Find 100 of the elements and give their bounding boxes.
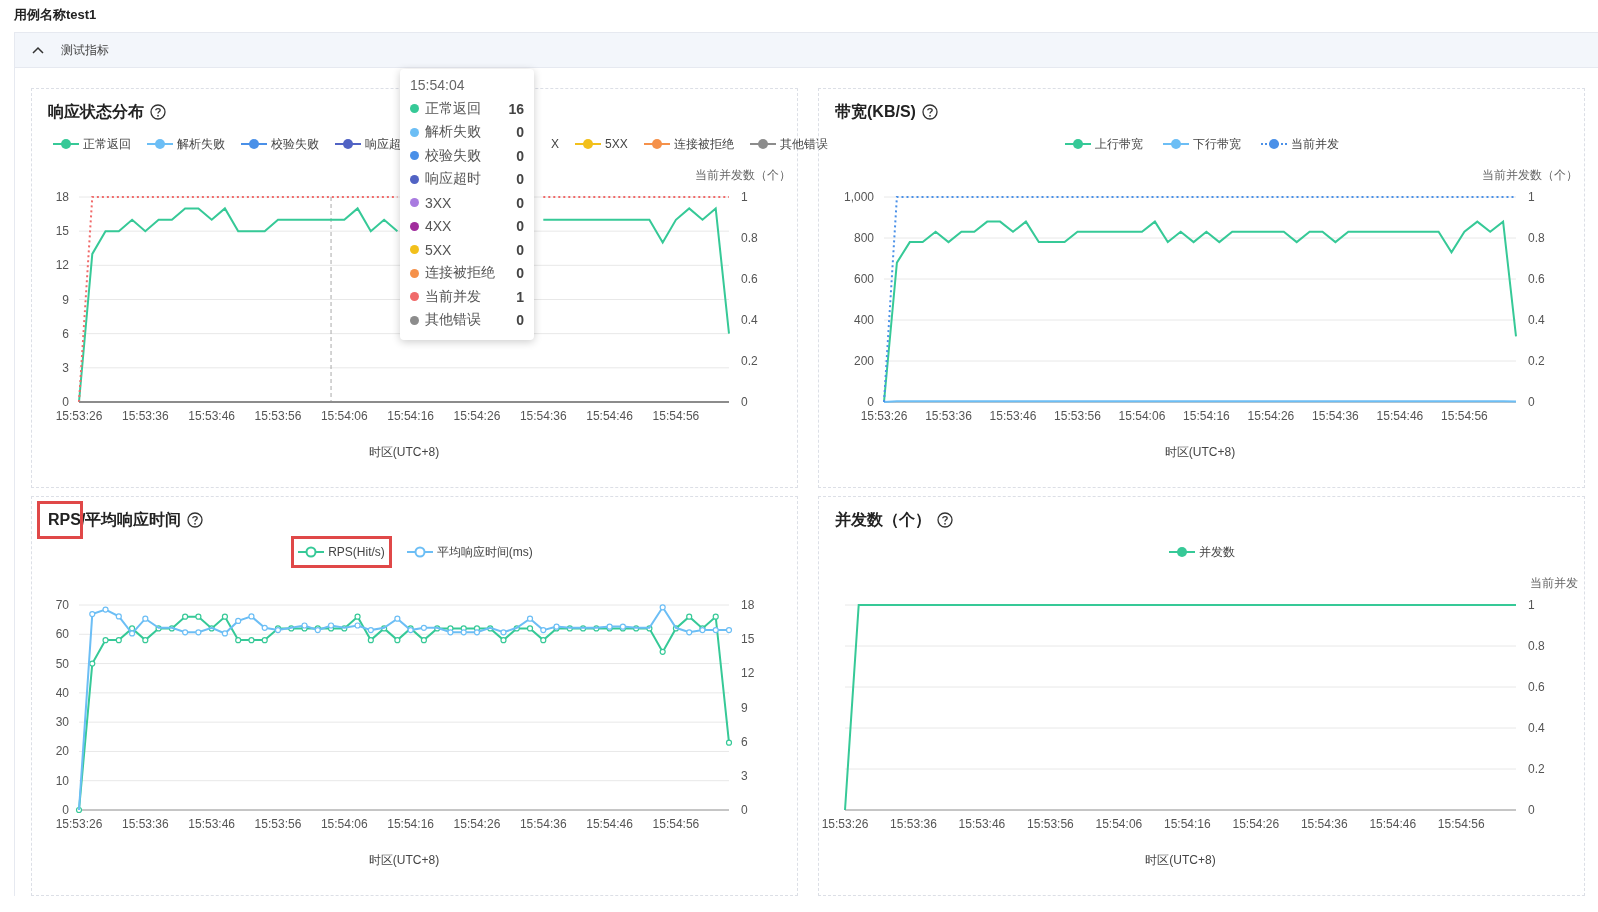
tooltip-label: 其他错误: [425, 311, 482, 330]
axis-tick-label: 0.2: [741, 354, 758, 368]
axis-tick-label: 9: [741, 700, 748, 715]
axis-tick-label: 15:54:56: [652, 817, 700, 831]
axis-tick-label: 15:53:46: [989, 409, 1037, 423]
tooltip-label: 4XX: [425, 218, 453, 235]
axis-tick-label: 3: [741, 768, 748, 783]
axis-tick-label: 12: [55, 258, 69, 273]
axis-tick-label: 15:54:26: [1232, 817, 1280, 831]
axis-tick-label: 0.8: [1528, 639, 1545, 653]
axis-tick-label: 600: [853, 272, 874, 286]
axis-tick-label: 10: [55, 773, 69, 788]
axis-tick-label: 15:54:36: [1300, 817, 1348, 831]
axis-tick-label: 15:53:56: [1054, 409, 1101, 423]
axis-tick-label: 3: [62, 360, 69, 375]
axis-title: 时区(UTC+8): [368, 445, 440, 459]
axis-tick-label: 15:54:16: [1164, 817, 1211, 831]
axis-title: 当前并发: [1530, 576, 1578, 590]
axis-tick-label: 15:53:56: [254, 409, 302, 423]
axis-tick-label: 30: [55, 715, 69, 730]
axis-tick-label: 0.6: [1528, 272, 1545, 286]
axis-tick-label: 0.4: [1528, 313, 1545, 327]
axis-title: 当前并发数（个）: [1482, 168, 1578, 182]
axis-tick-label: 15:54:06: [1118, 409, 1166, 423]
tooltip-value: 0: [516, 171, 524, 188]
axis-tick-label: 0.2: [1528, 762, 1545, 776]
tooltip-label: 校验失败: [425, 146, 482, 165]
axis-tick-label: 0: [62, 803, 69, 817]
axis-tick-label: 40: [55, 685, 69, 700]
axis-tick-label: 70: [55, 598, 69, 612]
axis-tick-label: 15:54:16: [1183, 409, 1230, 423]
axis-tick-label: 15:53:46: [188, 409, 235, 423]
axis-tick-label: 15:53:46: [188, 817, 235, 831]
tooltip-value: 0: [516, 218, 524, 235]
tooltip-value: 0: [516, 124, 524, 141]
tooltip-label: 当前并发: [425, 287, 482, 306]
tooltip-value: 16: [508, 100, 524, 117]
axis-tick-label: 400: [853, 313, 874, 327]
axis-tick-label: 15:54:46: [586, 409, 633, 423]
tooltip-value: 0: [516, 194, 524, 211]
axis-tick-label: 15:53:26: [821, 817, 869, 831]
axis-tick-label: 0.8: [1528, 231, 1545, 245]
axis-tick-label: 15:54:16: [387, 817, 434, 831]
axis-tick-label: 0.2: [1528, 354, 1545, 368]
axis-tick-label: 6: [62, 326, 69, 341]
tooltip-value: 0: [516, 312, 524, 329]
axis-tick-label: 800: [853, 231, 874, 245]
axis-tick-label: 15: [741, 632, 755, 647]
tooltip-label: 5XX: [425, 241, 453, 258]
axis-tick-label: 0.6: [741, 272, 758, 286]
tooltip-value: 1: [516, 288, 524, 305]
axis-tick-label: 15:53:46: [958, 817, 1006, 831]
tooltip-label: 3XX: [425, 194, 453, 211]
axis-tick-label: 15:54:46: [586, 817, 633, 831]
axis-tick-label: 15:53:36: [121, 817, 169, 831]
axis-tick-label: 0: [62, 395, 69, 409]
chart-title: 并发数（个）: [835, 509, 931, 530]
axis-tick-label: 1,000: [843, 190, 874, 204]
tooltip-value: 0: [516, 241, 524, 258]
axis-tick-label: 15:54:26: [453, 409, 501, 423]
tooltip-value: 0: [516, 147, 524, 164]
axis-tick-label: 15:53:26: [55, 817, 103, 831]
axis-tick-label: 1: [741, 190, 748, 204]
tooltip-label: 正常返回: [425, 99, 482, 118]
axis-tick-label: 6: [741, 734, 748, 749]
tooltip-label: 解析失败: [425, 123, 482, 142]
axis-tick-label: 15:54:36: [519, 817, 567, 831]
axis-tick-label: 0: [867, 395, 874, 409]
tooltip-label: 响应超时: [425, 170, 482, 189]
axis-tick-label: 15:53:56: [1027, 817, 1074, 831]
chart-title: 响应状态分布: [48, 101, 144, 122]
axis-tick-label: 15:54:46: [1376, 409, 1424, 423]
axis-tick-label: 15:54:36: [1312, 409, 1359, 423]
axis-tick-label: 15:54:06: [320, 817, 368, 831]
axis-tick-label: 15:53:36: [925, 409, 972, 423]
axis-tick-label: 0.4: [741, 313, 758, 327]
axis-tick-label: 15:54:06: [1095, 817, 1143, 831]
axis-tick-label: 0: [741, 395, 748, 409]
axis-tick-label: 15:53:26: [55, 409, 103, 423]
axis-tick-label: 0: [1528, 803, 1535, 817]
tooltip-time: 15:54:04: [410, 77, 466, 93]
axis-tick-label: 15:54:26: [453, 817, 501, 831]
axis-tick-label: 0: [1528, 395, 1535, 409]
tooltip-value: 0: [516, 265, 524, 282]
axis-title: 时区(UTC+8): [1164, 445, 1236, 459]
axis-tick-label: 15:54:26: [1247, 409, 1295, 423]
axis-tick-label: 15:54:56: [1437, 817, 1485, 831]
axis-tick-label: 15:54:16: [387, 409, 434, 423]
case-title: 用例名称test1: [13, 6, 98, 24]
axis-tick-label: 12: [741, 666, 755, 681]
axis-tick-label: 15:54:36: [519, 409, 567, 423]
axis-tick-label: 50: [55, 656, 69, 671]
axis-tick-label: 20: [55, 744, 69, 759]
axis-title: 当前并发数（个）: [695, 168, 791, 182]
axis-tick-label: 0: [741, 803, 748, 817]
axis-tick-label: 15:54:56: [652, 409, 700, 423]
axis-tick-label: 15:53:56: [254, 817, 302, 831]
axis-tick-label: 18: [55, 190, 69, 204]
axis-tick-label: 1: [1528, 598, 1535, 612]
axis-tick-label: 60: [55, 627, 69, 642]
